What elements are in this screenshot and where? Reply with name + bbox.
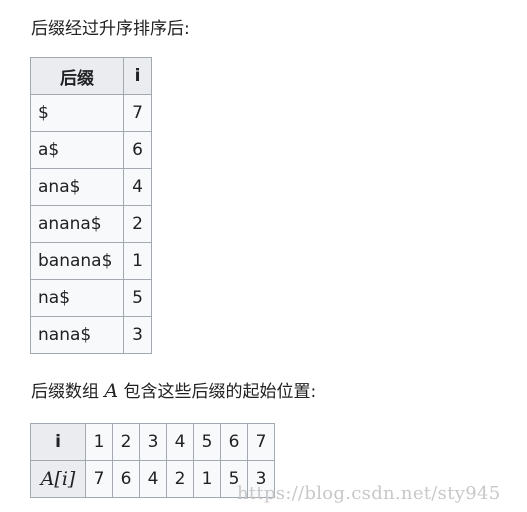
index-cell: 7 [123, 94, 152, 132]
value-cell: 7 [85, 460, 113, 498]
index-cell: 1 [85, 423, 113, 461]
index-cell: 3 [123, 316, 152, 354]
math-symbol-a: A [104, 380, 119, 402]
suffix-cell: banana$ [30, 242, 124, 280]
table-row: a$ 6 [30, 131, 152, 169]
array-text-before: 后缀数组 [31, 382, 105, 402]
suffix-cell: anana$ [30, 205, 124, 243]
suffix-cell: $ [30, 94, 124, 132]
table-row: anana$ 2 [30, 205, 152, 243]
intro-paragraph: 后缀经过升序排序后: [31, 19, 190, 39]
index-cell: 4 [166, 423, 194, 461]
table-row: banana$ 1 [30, 242, 152, 280]
array-paragraph: 后缀数组 A 包含这些后缀的起始位置: [31, 377, 316, 402]
value-cell: 2 [166, 460, 194, 498]
index-row: i 1 2 3 4 5 6 7 [30, 423, 275, 461]
index-cell: 1 [123, 242, 152, 280]
suffix-cell: na$ [30, 279, 124, 317]
row-header-i: i [30, 423, 86, 461]
suffix-cell: a$ [30, 131, 124, 169]
row-header-a-i: A[i] [30, 460, 86, 498]
suffix-cell: ana$ [30, 168, 124, 206]
index-cell: 2 [123, 205, 152, 243]
index-cell: 6 [220, 423, 248, 461]
header-i: i [123, 57, 152, 95]
index-cell: 4 [123, 168, 152, 206]
watermark: https://blog.csdn.net/sty945 [237, 483, 501, 504]
index-cell: 5 [193, 423, 221, 461]
header-suffix: 后缀 [30, 57, 124, 95]
array-text-after: 包含这些后缀的起始位置: [118, 382, 317, 402]
index-cell: 6 [123, 131, 152, 169]
table-header-row: 后缀 i [30, 57, 152, 95]
value-cell: 4 [139, 460, 167, 498]
table-row: nana$ 3 [30, 316, 152, 354]
index-cell: 7 [247, 423, 275, 461]
table-row: na$ 5 [30, 279, 152, 317]
table-row: ana$ 4 [30, 168, 152, 206]
sorted-suffix-table: 后缀 i $ 7 a$ 6 ana$ 4 anana$ 2 banana$ 1 … [30, 57, 152, 354]
suffix-cell: nana$ [30, 316, 124, 354]
index-cell: 3 [139, 423, 167, 461]
index-cell: 5 [123, 279, 152, 317]
table-row: $ 7 [30, 94, 152, 132]
value-cell: 1 [193, 460, 221, 498]
index-cell: 2 [112, 423, 140, 461]
value-cell: 6 [112, 460, 140, 498]
